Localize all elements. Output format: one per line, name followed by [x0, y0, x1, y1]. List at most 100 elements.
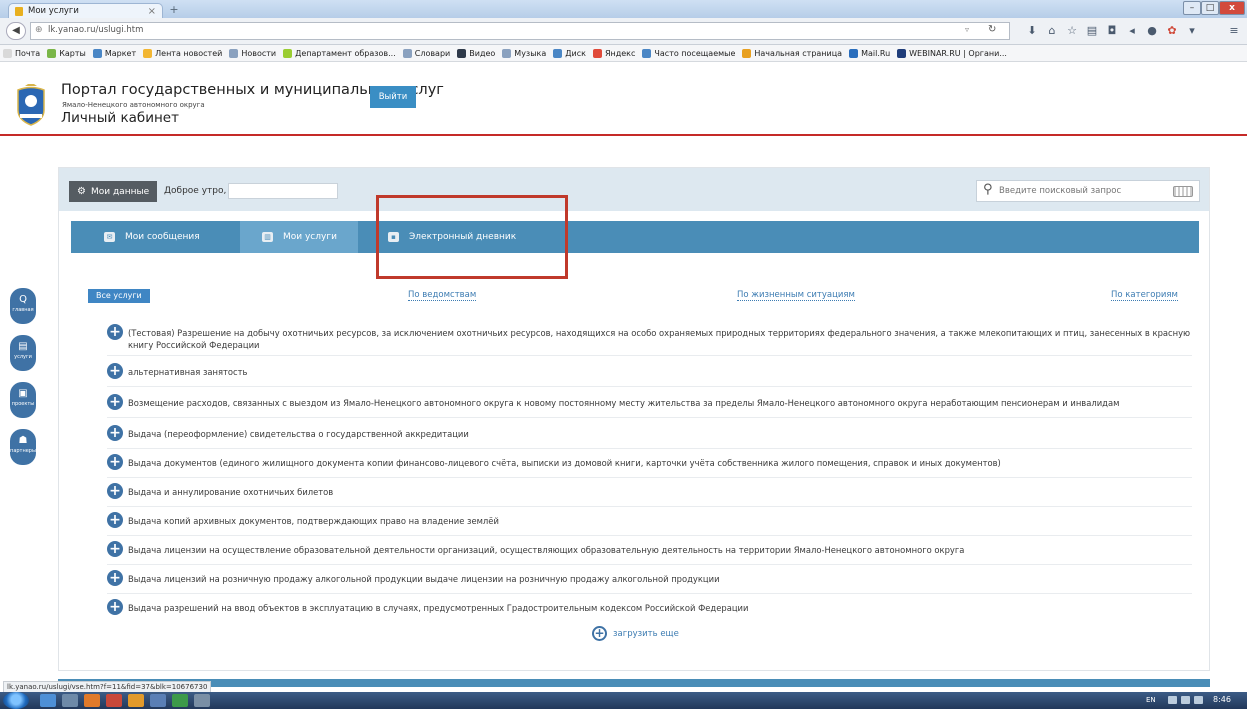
search-icon[interactable]: ⚲ [983, 182, 993, 197]
bookmark-item[interactable]: Маркет [92, 48, 137, 58]
tray-language[interactable]: EN [1146, 696, 1156, 704]
sidenav-projects[interactable]: ▣ проекты [10, 382, 36, 418]
expand-plus-icon[interactable]: + [107, 425, 123, 441]
tray-flag-icon[interactable] [1181, 696, 1190, 704]
expand-plus-icon[interactable]: + [107, 324, 123, 340]
bookmark-item[interactable]: Департамент образов... [283, 48, 396, 58]
taskbar-media-icon[interactable] [84, 694, 100, 707]
sidenav-partners[interactable]: ☗ партнеры [10, 429, 36, 465]
service-label[interactable]: Выдача и аннулирование охотничьих билето… [128, 486, 333, 498]
window-minimize-button[interactable]: – [1183, 1, 1201, 15]
taskbar-yandex-icon[interactable] [106, 694, 122, 707]
taskbar-word-icon[interactable] [150, 694, 166, 707]
service-item[interactable]: + альтернативная занятость [107, 363, 1192, 379]
extension-icon[interactable]: ✿ [1164, 24, 1180, 38]
bookmark-item[interactable]: Mail.Ru [849, 48, 890, 58]
bookmark-item[interactable]: WEBINAR.RU | Органи... [897, 48, 1007, 58]
service-item[interactable]: + Выдача (переоформление) свидетельства … [107, 425, 1192, 441]
url-dropdown-icon[interactable]: ▿ [965, 25, 969, 34]
bookmark-label: Маркет [104, 48, 137, 58]
send-icon[interactable]: ◂ [1124, 24, 1140, 38]
tray-arrow-icon[interactable] [1168, 696, 1177, 704]
bookmark-item[interactable]: Новости [229, 48, 276, 58]
expand-plus-icon[interactable]: + [107, 454, 123, 470]
bookmark-star-icon[interactable]: ☆ [1064, 24, 1080, 38]
chat-icon[interactable]: ● [1144, 24, 1160, 38]
bookmark-item[interactable]: Яндекс [592, 48, 635, 58]
download-icon[interactable]: ⬇ [1024, 24, 1040, 38]
expand-plus-icon[interactable]: + [107, 363, 123, 379]
filter-by-category[interactable]: По категориям [1111, 290, 1178, 301]
home-icon[interactable]: ⌂ [1044, 24, 1060, 38]
bookmark-item[interactable]: Музыка [502, 48, 546, 58]
bookmark-label: Карты [59, 48, 86, 58]
pocket-icon[interactable]: ◘ [1104, 24, 1120, 38]
bookmark-item[interactable]: Начальная страница [742, 48, 842, 58]
tab-services[interactable]: ▥ Мои услуги [240, 221, 358, 253]
bookmark-icon [742, 48, 752, 58]
filter-all-services[interactable]: Все услуги [88, 289, 150, 303]
service-label[interactable]: Выдача лицензии на осуществление образов… [128, 544, 964, 556]
taskbar-window-icon[interactable] [194, 694, 210, 707]
address-bar[interactable] [30, 22, 1010, 40]
service-item[interactable]: + Выдача документов (единого жилищного д… [107, 454, 1192, 470]
site-info-icon[interactable]: ⊕ [35, 25, 43, 35]
expand-plus-icon[interactable]: + [107, 394, 123, 410]
browser-tab[interactable]: Мои услуги × [8, 3, 163, 18]
bookmark-item[interactable]: Диск [553, 48, 586, 58]
service-label[interactable]: Выдача копий архивных документов, подтве… [128, 515, 499, 527]
tab-messages[interactable]: ✉ Мои сообщения [104, 221, 240, 253]
service-item[interactable]: + Выдача лицензии на осуществление образ… [107, 541, 1192, 557]
sidenav-services[interactable]: ▤ услуги [10, 335, 36, 371]
logout-button[interactable]: Выйти [370, 86, 416, 108]
taskbar-app-icon[interactable] [62, 694, 78, 707]
service-label[interactable]: (Тестовая) Разрешение на добычу охотничь… [128, 327, 1192, 351]
expand-plus-icon[interactable]: + [107, 570, 123, 586]
expand-plus-icon[interactable]: + [107, 512, 123, 528]
service-item[interactable]: + (Тестовая) Разрешение на добычу охотни… [107, 324, 1192, 351]
service-item[interactable]: + Выдача копий архивных документов, подт… [107, 512, 1192, 528]
window-close-button[interactable]: x [1219, 1, 1245, 15]
bookmark-item[interactable]: Видео [457, 48, 495, 58]
reload-icon[interactable]: ↻ [988, 24, 996, 35]
extension-dropdown-icon[interactable]: ▾ [1184, 24, 1200, 38]
service-label[interactable]: Выдача лицензий на розничную продажу алк… [128, 573, 720, 585]
expand-plus-icon[interactable]: + [107, 599, 123, 615]
filter-by-life-situation[interactable]: По жизненным ситуациям [737, 290, 855, 301]
service-label[interactable]: Возмещение расходов, связанных с выездом… [128, 397, 1119, 409]
service-label[interactable]: Выдача документов (единого жилищного док… [128, 457, 1001, 469]
service-label[interactable]: Выдача (переоформление) свидетельства о … [128, 428, 469, 440]
service-item[interactable]: + Возмещение расходов, связанных с выезд… [107, 394, 1192, 410]
tray-network-icon[interactable] [1194, 696, 1203, 704]
service-item[interactable]: + Выдача лицензий на розничную продажу а… [107, 570, 1192, 586]
yanao-emblem-icon [17, 84, 45, 126]
bookmark-item[interactable]: Словари [402, 48, 450, 58]
tab-close-icon[interactable]: × [148, 6, 156, 17]
expand-plus-icon[interactable]: + [107, 483, 123, 499]
start-button-icon[interactable] [3, 692, 29, 709]
bookmark-item[interactable]: Карты [47, 48, 86, 58]
bookmarks-list-icon[interactable]: ▤ [1084, 24, 1100, 38]
search-input[interactable] [999, 185, 1139, 197]
back-button[interactable]: ◀ [6, 22, 26, 40]
service-label[interactable]: Выдача разрешений на ввод объектов в экс… [128, 602, 748, 614]
service-item[interactable]: + Выдача и аннулирование охотничьих биле… [107, 483, 1192, 499]
menu-icon[interactable]: ≡ [1226, 24, 1242, 38]
service-item[interactable]: + Выдача разрешений на ввод объектов в э… [107, 599, 1192, 615]
sidenav-home[interactable]: Q главная [10, 288, 36, 324]
bookmark-item[interactable]: Почта [3, 48, 40, 58]
new-tab-button[interactable]: + [167, 4, 181, 16]
filter-by-department[interactable]: По ведомствам [408, 290, 477, 301]
window-maximize-button[interactable]: □ [1201, 1, 1219, 15]
taskbar-chrome-icon[interactable] [172, 694, 188, 707]
bookmark-item[interactable]: Часто посещаемые [642, 48, 735, 58]
bookmark-item[interactable]: Лента новостей [143, 48, 222, 58]
load-more-button[interactable]: + загрузить еще [592, 626, 679, 641]
keyboard-icon[interactable] [1173, 186, 1193, 197]
taskbar-explorer-icon[interactable] [40, 694, 56, 707]
service-label[interactable]: альтернативная занятость [128, 366, 247, 378]
taskbar-firefox-icon[interactable] [128, 694, 144, 707]
expand-plus-icon[interactable]: + [107, 541, 123, 557]
my-data-button[interactable]: ⚙ Мои данные [69, 181, 157, 202]
bookmarks-bar: Почта Карты Маркет Лента новостей Новости Деп… [0, 45, 1247, 62]
